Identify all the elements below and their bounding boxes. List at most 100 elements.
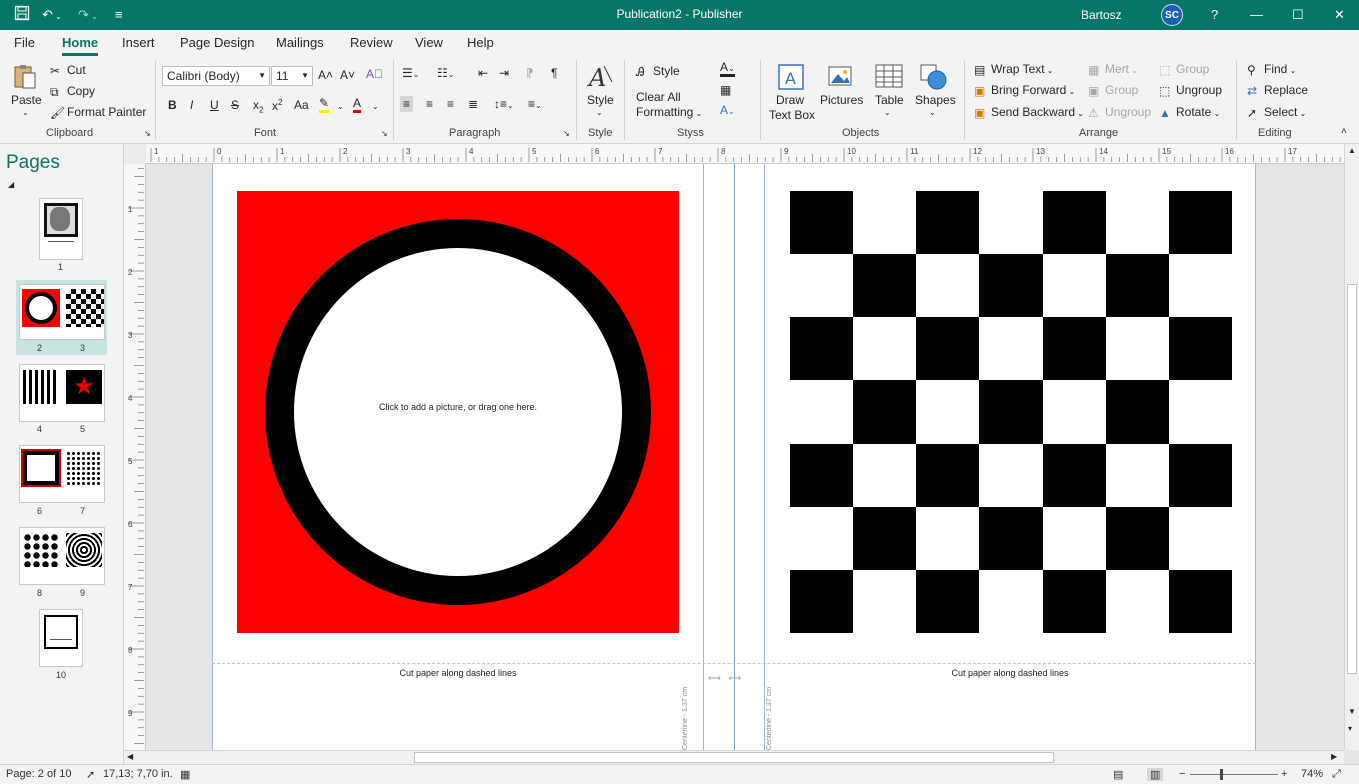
collapse-ribbon-icon[interactable]: ˄ bbox=[1341, 126, 1347, 137]
paste-dropdown-icon[interactable]: ⌄ bbox=[22, 108, 29, 117]
scroll-left-icon[interactable]: ◀ bbox=[127, 752, 133, 761]
group-disabled-button[interactable]: ▣ Group bbox=[1088, 83, 1138, 98]
tab-home[interactable]: Home bbox=[62, 35, 99, 56]
clipboard-launcher-icon[interactable]: ↘ bbox=[144, 129, 151, 138]
horizontal-scrollbar[interactable]: ◀ ▶ bbox=[124, 750, 1344, 764]
underline-button[interactable]: U bbox=[210, 98, 219, 112]
strikethrough-button[interactable]: S bbox=[231, 98, 239, 112]
paragraph-spacing-icon[interactable]: ≡⌄ bbox=[528, 97, 542, 111]
increase-indent-icon[interactable]: ⇥ bbox=[499, 66, 509, 80]
tab-file[interactable]: File bbox=[14, 35, 35, 50]
paste-button[interactable]: Paste bbox=[11, 93, 42, 107]
draw-text-box-button-line1[interactable]: Draw bbox=[776, 93, 804, 107]
font-color-dropdown-icon[interactable]: ⌄ bbox=[372, 102, 379, 111]
fit-page-icon[interactable]: ⤢ bbox=[1332, 768, 1341, 781]
draw-text-box-button-line2[interactable]: Text Box bbox=[769, 108, 815, 122]
tab-insert[interactable]: Insert bbox=[122, 35, 155, 50]
vertical-ruler[interactable]: 1 2 3 4 5 6 7 8 9 bbox=[124, 144, 146, 768]
highlight-icon[interactable]: ✎ bbox=[319, 96, 330, 113]
style-button[interactable]: Style bbox=[587, 93, 614, 107]
shapes-button[interactable]: Shapes bbox=[915, 93, 956, 107]
avatar[interactable]: SC bbox=[1161, 4, 1183, 26]
align-right-icon[interactable]: ≡ bbox=[447, 97, 454, 111]
shapes-dropdown-icon[interactable]: ⌄ bbox=[929, 108, 936, 117]
find-button[interactable]: ⚲ Find ⌄ bbox=[1247, 62, 1296, 77]
picture-placeholder[interactable] bbox=[294, 248, 622, 576]
bullets-icon[interactable]: ☰⌄ bbox=[402, 66, 419, 80]
document-canvas[interactable]: Click to add a picture, or drag one here… bbox=[146, 164, 1344, 750]
tab-page-design[interactable]: Page Design bbox=[180, 35, 254, 50]
bring-forward-button[interactable]: ▣ Bring Forward ⌄ bbox=[974, 83, 1075, 98]
page-indicator[interactable]: Page: 2 of 10 bbox=[6, 768, 71, 780]
subscript-icon[interactable]: x2 bbox=[253, 98, 263, 114]
superscript-icon[interactable]: x2 bbox=[272, 98, 282, 113]
rtl-icon[interactable]: ⁋ bbox=[526, 66, 534, 80]
table-dropdown-icon[interactable]: ⌄ bbox=[884, 108, 891, 117]
merge-button[interactable]: ▦ Mert ⌄ bbox=[1088, 62, 1138, 77]
scroll-page-down-icon[interactable]: ▾ bbox=[1348, 724, 1352, 733]
clear-all-formatting-line2[interactable]: Formatting ⌄ bbox=[636, 105, 702, 119]
help-button[interactable]: ? bbox=[1211, 5, 1218, 25]
cut-button[interactable]: ✂ Cut bbox=[50, 63, 86, 78]
justify-icon[interactable]: ≣ bbox=[468, 97, 478, 111]
checkerboard-shape[interactable] bbox=[790, 191, 1232, 633]
single-page-view-icon[interactable]: ▤ bbox=[1113, 768, 1123, 781]
page-thumb-8-9[interactable] bbox=[19, 527, 105, 585]
wrap-text-button[interactable]: ▤ Wrap Text ⌄ bbox=[974, 62, 1054, 77]
vertical-scroll-thumb[interactable] bbox=[1347, 284, 1357, 674]
shrink-font-icon[interactable]: A˅ bbox=[340, 68, 355, 82]
tab-review[interactable]: Review bbox=[350, 35, 393, 50]
align-left-icon[interactable]: ≡ bbox=[400, 96, 414, 112]
character-spacing-icon[interactable]: ▦ bbox=[720, 83, 731, 97]
grow-font-icon[interactable]: A˄ bbox=[318, 68, 333, 82]
ungroup-button[interactable]: ⬚ Ungroup bbox=[1159, 83, 1222, 98]
text-fill-icon[interactable]: A⌄ bbox=[720, 60, 735, 77]
horizontal-ruler[interactable]: 10123456789101112131415161718 bbox=[146, 144, 1359, 164]
zoom-slider-track[interactable] bbox=[1190, 774, 1278, 775]
paragraph-launcher-icon[interactable]: ↘ bbox=[563, 129, 570, 138]
replace-button[interactable]: ⇄ Replace bbox=[1247, 83, 1308, 98]
text-effects-icon[interactable]: A⌄ bbox=[720, 103, 735, 117]
zoom-level[interactable]: 74% bbox=[1301, 768, 1323, 780]
vertical-scrollbar[interactable]: ▲ ▼ ▾ bbox=[1344, 144, 1359, 750]
clear-format-icon[interactable]: A⃠ bbox=[366, 67, 383, 81]
collapse-pages-icon[interactable]: ◢ bbox=[8, 180, 14, 189]
font-launcher-icon[interactable]: ↘ bbox=[381, 129, 388, 138]
font-color-icon[interactable]: A bbox=[353, 96, 362, 113]
copy-button[interactable]: ⧉ Copy bbox=[50, 84, 95, 99]
ungroup-disabled-button[interactable]: ⚠ Ungroup bbox=[1088, 105, 1151, 120]
format-painter-button[interactable]: 🖌 Format Painter bbox=[50, 105, 146, 120]
minimize-icon[interactable]: — bbox=[1250, 5, 1263, 25]
scroll-right-icon[interactable]: ▶ bbox=[1331, 752, 1337, 761]
scroll-down-icon[interactable]: ▼ bbox=[1348, 707, 1356, 716]
pictures-button[interactable]: Pictures bbox=[820, 93, 863, 107]
style-dropdown-icon[interactable]: ⌄ bbox=[596, 108, 603, 117]
rotate-button[interactable]: ▲ Rotate ⌄ bbox=[1159, 105, 1220, 120]
highlight-dropdown-icon[interactable]: ⌄ bbox=[337, 102, 344, 111]
table-button[interactable]: Table bbox=[875, 93, 904, 107]
align-center-icon[interactable]: ≡ bbox=[426, 97, 433, 111]
page-thumb-6-7[interactable] bbox=[19, 445, 105, 503]
page-thumb-2-3[interactable] bbox=[19, 284, 105, 340]
send-backward-button[interactable]: ▣ Send Backward ⌄ bbox=[974, 105, 1084, 120]
zoom-out-icon[interactable]: − bbox=[1179, 768, 1185, 780]
change-case-icon[interactable]: Aa bbox=[294, 98, 309, 112]
horizontal-scroll-thumb[interactable] bbox=[414, 752, 1054, 763]
page-thumb-4-5[interactable]: ★ bbox=[19, 364, 105, 422]
page-thumb-10[interactable] bbox=[39, 609, 83, 667]
group-button[interactable]: ⬚ Group bbox=[1159, 62, 1209, 77]
close-icon[interactable]: ✕ bbox=[1334, 5, 1345, 25]
page-thumb-1[interactable] bbox=[39, 198, 83, 260]
font-size-combo[interactable]: 11 ▼ bbox=[271, 66, 313, 86]
decrease-indent-icon[interactable]: ⇤ bbox=[478, 66, 488, 80]
tab-help[interactable]: Help bbox=[467, 35, 494, 50]
show-formatting-icon[interactable]: ¶ bbox=[551, 66, 557, 80]
scroll-up-icon[interactable]: ▲ bbox=[1348, 146, 1356, 155]
numbering-icon[interactable]: ☷⌄ bbox=[437, 66, 454, 80]
style-gallery-button[interactable]: Ꭿ Style bbox=[636, 64, 680, 79]
tab-view[interactable]: View bbox=[415, 35, 443, 50]
tab-mailings[interactable]: Mailings bbox=[276, 35, 324, 50]
font-name-combo[interactable]: Calibri (Body) ▼ bbox=[162, 66, 270, 86]
italic-button[interactable]: I bbox=[190, 98, 193, 112]
zoom-in-icon[interactable]: + bbox=[1281, 768, 1287, 780]
